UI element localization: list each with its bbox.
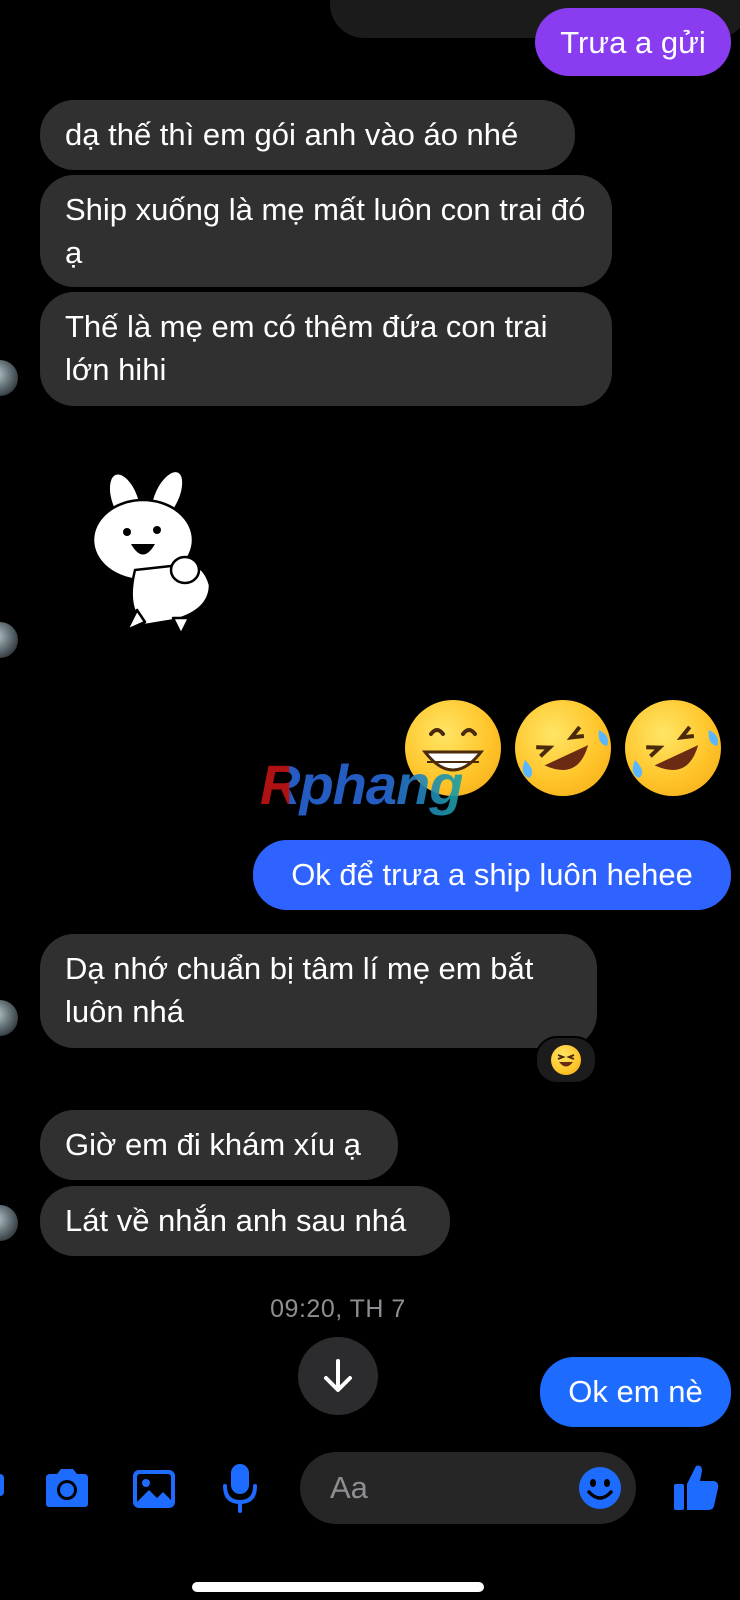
avatar[interactable]: [0, 622, 18, 658]
image-icon: [133, 1470, 175, 1508]
timestamp: 09:20, TH 7: [270, 1295, 406, 1323]
incoming-message[interactable]: Ship xuống là mẹ mất luôn con trai đó ạ: [40, 175, 612, 287]
microphone-icon: [223, 1464, 257, 1513]
watermark-logo: Rphang: [260, 753, 463, 816]
avatar[interactable]: [0, 360, 18, 396]
camera-button[interactable]: [42, 1466, 92, 1510]
arrow-down-icon: [324, 1359, 352, 1392]
like-button[interactable]: [672, 1462, 720, 1512]
input-placeholder: Aa: [330, 1470, 368, 1505]
scroll-to-bottom-button[interactable]: [298, 1337, 378, 1415]
incoming-message[interactable]: Thế là mẹ em có thêm đứa con trai lớn hi…: [40, 292, 612, 406]
rolling-laughing-emoji: [515, 700, 611, 796]
message-input[interactable]: Aa: [300, 1452, 636, 1524]
emoji-icon[interactable]: [578, 1466, 622, 1510]
avatar[interactable]: [0, 1205, 18, 1241]
home-indicator: [192, 1582, 484, 1592]
reaction-badge[interactable]: [535, 1036, 597, 1084]
thumbs-up-icon: [674, 1465, 719, 1510]
incoming-message[interactable]: Dạ nhớ chuẩn bị tâm lí mẹ em bắt luôn nh…: [40, 934, 597, 1048]
outgoing-message[interactable]: Trưa a gửi: [535, 8, 731, 76]
camera-icon: [46, 1469, 88, 1507]
incoming-message[interactable]: dạ thế thì em gói anh vào áo nhé: [40, 100, 575, 170]
more-icon-edge[interactable]: [0, 1474, 4, 1496]
laughing-emoji: [551, 1045, 581, 1075]
outgoing-message[interactable]: Ok để trưa a ship luôn hehee: [253, 840, 731, 910]
rabbit-sticker[interactable]: [85, 469, 225, 640]
outgoing-message[interactable]: Ok em nè: [540, 1357, 731, 1427]
image-button[interactable]: [131, 1468, 177, 1510]
rolling-laughing-emoji: [625, 700, 721, 796]
incoming-message[interactable]: Lát về nhắn anh sau nhá: [40, 1186, 450, 1256]
avatar[interactable]: [0, 1000, 18, 1036]
incoming-message[interactable]: Giờ em đi khám xíu ạ: [40, 1110, 398, 1180]
microphone-button[interactable]: [222, 1462, 258, 1514]
